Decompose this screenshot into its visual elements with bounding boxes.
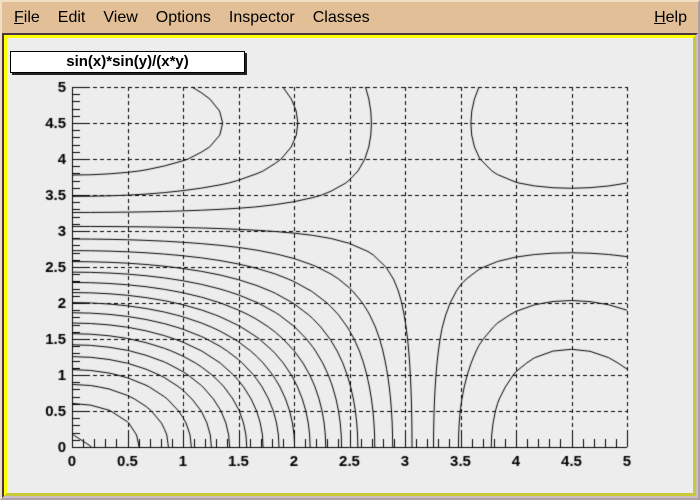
menu-bar: File Edit View Options Inspector Classes… — [2, 2, 698, 33]
menu-options[interactable]: Options — [147, 3, 220, 32]
menu-edit[interactable]: Edit — [49, 3, 95, 32]
canvas-pad[interactable]: sin(x)*sin(y)/(x*y) — [7, 38, 693, 493]
menu-file[interactable]: File — [5, 3, 49, 32]
menu-classes[interactable]: Classes — [304, 3, 379, 32]
title-pave[interactable]: sin(x)*sin(y)/(x*y) — [10, 51, 245, 73]
menu-help[interactable]: Help — [645, 3, 696, 32]
contour-plot[interactable] — [7, 38, 693, 493]
menu-inspector[interactable]: Inspector — [220, 3, 304, 32]
menu-view[interactable]: View — [94, 3, 146, 32]
root-canvas-window: File Edit View Options Inspector Classes… — [0, 0, 700, 500]
selected-pad-highlight-border: sin(x)*sin(y)/(x*y) — [4, 35, 696, 496]
canvas-client-area: sin(x)*sin(y)/(x*y) — [2, 33, 698, 498]
